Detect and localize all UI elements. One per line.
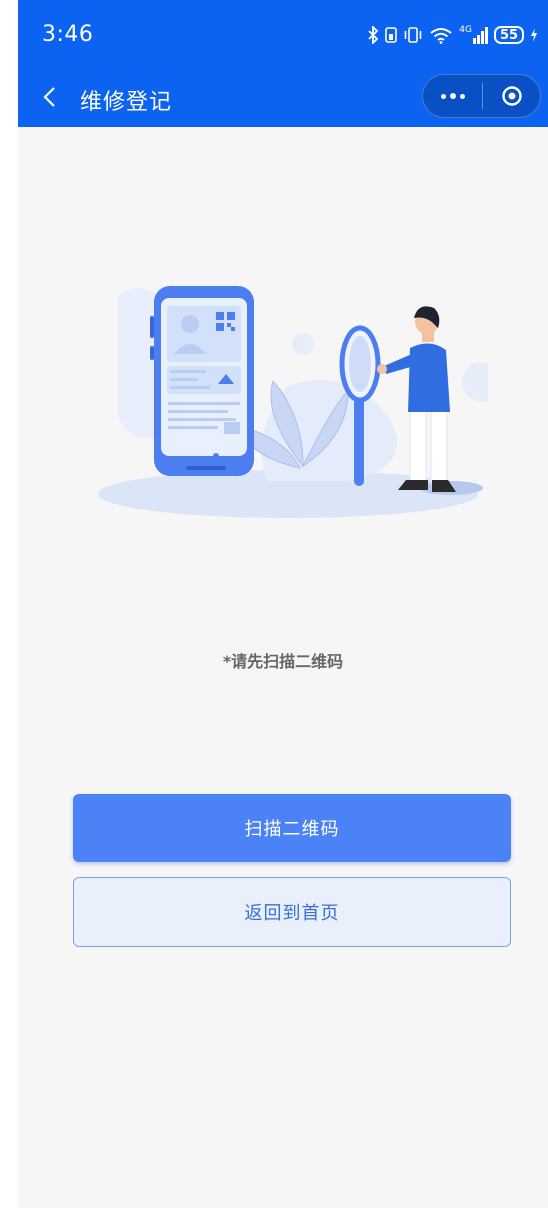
vibrate-icon: [404, 27, 422, 43]
bluetooth-icon: [368, 26, 379, 44]
mini-program-capsule: [422, 74, 541, 118]
charging-icon: [531, 28, 537, 42]
scan-illustration: [98, 286, 488, 518]
page-title: 维修登记: [80, 90, 173, 115]
back-button[interactable]: [36, 82, 62, 112]
wifi-icon: [430, 28, 452, 44]
more-button[interactable]: [423, 75, 482, 117]
close-button[interactable]: [483, 75, 540, 117]
app-frame: 3:46 4G 55 维修登记 *请先扫描二维码 扫描二维码 返回到首页: [18, 0, 548, 1208]
status-bar: 3:46 4G 55: [18, 0, 548, 70]
close-target-icon: [501, 86, 522, 106]
top-bar: 3:46 4G 55 维修登记: [18, 0, 548, 127]
battery-icon: 55: [494, 26, 524, 44]
scan-hint: *请先扫描二维码: [222, 652, 344, 671]
nfc-icon: [385, 27, 398, 43]
status-time: 3:46: [42, 22, 94, 47]
status-icons: 4G 55: [367, 24, 538, 46]
more-dots-icon: [440, 93, 446, 99]
back-chevron-icon: [43, 87, 55, 107]
signal-icon: 4G: [459, 26, 488, 44]
nav-bar: 维修登记: [18, 70, 548, 127]
back-home-button[interactable]: 返回到首页: [73, 877, 511, 947]
scan-qr-button[interactable]: 扫描二维码: [73, 794, 511, 862]
network-type: 4G: [459, 25, 472, 35]
